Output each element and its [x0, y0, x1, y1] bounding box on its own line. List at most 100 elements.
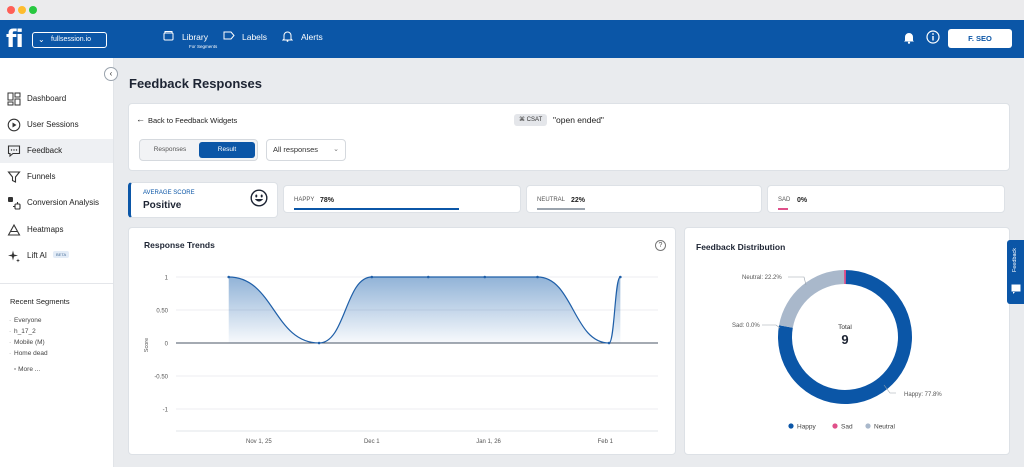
maximize-window-button[interactable]: [29, 6, 37, 14]
trend-point: [370, 275, 374, 279]
chevron-down-icon: ⌄: [333, 146, 339, 153]
collapse-sidebar-button[interactable]: ‹: [104, 67, 118, 81]
trend-point: [227, 275, 231, 279]
sad-progress-bar: [778, 208, 788, 210]
sidebar-item-label: Feedback: [27, 146, 63, 155]
tab-result[interactable]: Result: [199, 142, 255, 158]
sidebar: Dashboard User Sessions Feedback Funnels…: [0, 58, 114, 467]
beta-badge: BETA: [53, 251, 70, 258]
trend-point: [607, 341, 611, 345]
neutral-stat-card: NEUTRAL 22%: [526, 185, 762, 213]
sad-label: SAD: [778, 197, 791, 203]
play-circle-icon: [7, 118, 21, 132]
recent-segments-title: Recent Segments: [10, 297, 70, 306]
sidebar-item-label: Lift AI: [27, 251, 48, 260]
trend-point: [317, 341, 321, 345]
segment-item[interactable]: Everyone: [9, 317, 42, 324]
page-title: Feedback Responses: [129, 76, 262, 91]
legend-label: Neutral: [874, 424, 896, 431]
slice-leader-line: [788, 276, 807, 286]
response-trends-title: Response Trends: [144, 240, 215, 250]
bell-outline-icon: [282, 31, 293, 42]
x-tick-label: Nov 1, 25: [246, 439, 272, 445]
happy-stat-card: HAPPY 78%: [283, 185, 521, 213]
happy-face-icon: [250, 189, 268, 207]
nav-library-label: Library: [182, 32, 208, 42]
nav-library-sublabel: For Segments: [189, 44, 218, 49]
sidebar-item-heatmaps[interactable]: Heatmaps: [0, 218, 113, 242]
label-icon: [223, 31, 235, 40]
nav-library[interactable]: Library For Segments: [182, 32, 217, 49]
help-icon[interactable]: ?: [655, 240, 666, 251]
site-selector[interactable]: ⌄ fullsession.io: [32, 32, 107, 48]
donut-slice-sad: [843, 270, 847, 285]
legend-marker: [832, 423, 838, 429]
legend-label: Happy: [797, 424, 817, 431]
tab-responses[interactable]: Responses: [141, 142, 199, 158]
conversion-icon: [8, 197, 21, 210]
slice-label: Happy: 77.8%: [904, 392, 942, 398]
legend-label: Sad: [841, 424, 853, 431]
response-filter-select[interactable]: All responses ⌄: [266, 139, 346, 161]
minimize-window-button[interactable]: [18, 6, 26, 14]
response-filter-value: All responses: [273, 145, 319, 154]
chat-icon: [7, 145, 21, 158]
survey-icon: ⌘: [519, 117, 527, 123]
y-axis-label: Score: [144, 338, 150, 352]
sidebar-item-label: Heatmaps: [27, 225, 64, 234]
sidebar-item-label: Dashboard: [27, 94, 67, 103]
y-tick-label: -0.50: [154, 375, 168, 381]
happy-progress-bar: [294, 208, 459, 210]
chevron-down-icon: ⌄: [38, 35, 45, 44]
average-score-value: Positive: [143, 200, 182, 211]
happy-value: 78%: [320, 197, 335, 204]
app-logo[interactable]: fi: [6, 25, 24, 53]
sparkle-icon: [8, 250, 20, 263]
neutral-label: NEUTRAL: [537, 197, 566, 203]
x-tick-label: Jan 1, 26: [476, 439, 501, 445]
x-tick-label: Feb 1: [598, 439, 614, 445]
more-label: More ...: [18, 366, 41, 373]
view-toggle: Responses Result: [139, 139, 258, 161]
notification-bell-icon[interactable]: [903, 31, 915, 44]
neutral-progress-bar: [537, 208, 585, 210]
browser-titlebar: [0, 0, 1024, 20]
segment-item[interactable]: Home dead: [9, 350, 48, 357]
top-navigation-bar: fi ⌄ fullsession.io Library For Segments…: [0, 20, 1024, 58]
sidebar-divider: [0, 283, 113, 284]
response-trends-chart: 1 0.50 0 -0.50 -1 Score Nov 1, 25 Dec 1 Jan 1, 2…: [144, 275, 658, 445]
segment-item[interactable]: h_17_2: [9, 328, 36, 335]
feedback-tab-icon: [1011, 284, 1021, 294]
funnel-icon: [7, 171, 21, 183]
site-name: fullsession.io: [51, 36, 92, 43]
sidebar-item-lift-ai[interactable]: Lift AI BETA: [0, 244, 113, 268]
close-window-button[interactable]: [7, 6, 15, 14]
trend-point: [483, 275, 487, 279]
sidebar-item-dashboard[interactable]: Dashboard: [0, 87, 113, 111]
segment-item[interactable]: Mobile (M): [9, 339, 45, 346]
trend-point: [536, 275, 539, 279]
legend-marker: [865, 423, 871, 429]
donut-total-value: 9: [841, 332, 848, 347]
library-icon: [163, 31, 174, 41]
feedback-side-tab-label: Feedback: [1012, 248, 1018, 273]
nav-alerts[interactable]: Alerts: [301, 32, 323, 42]
info-icon[interactable]: [926, 30, 940, 44]
donut-center-label: Total: [838, 324, 852, 331]
sidebar-item-funnels[interactable]: Funnels: [0, 165, 113, 189]
sidebar-item-feedback[interactable]: Feedback: [0, 139, 113, 163]
y-tick-label: -1: [163, 408, 169, 414]
y-tick-label: 0: [165, 342, 169, 348]
sidebar-item-conversion-analysis[interactable]: Conversion Analysis: [0, 191, 113, 215]
user-account-button[interactable]: F. SEO: [948, 29, 1012, 48]
more-segments-link[interactable]: ▫ More ...: [14, 366, 40, 373]
csat-badge: ⌘ CSAT: [514, 114, 548, 126]
widget-header-card: [128, 103, 1010, 171]
back-to-widgets-link[interactable]: Back to Feedback Widgets: [148, 116, 237, 125]
y-tick-label: 1: [165, 276, 169, 282]
heatmap-icon: [7, 223, 21, 236]
nav-labels[interactable]: Labels: [242, 32, 267, 42]
sidebar-item-user-sessions[interactable]: User Sessions: [0, 113, 113, 137]
back-arrow-icon[interactable]: ←: [136, 114, 145, 124]
feedback-distribution-chart: Total9 Neutral: 22.2% Sad: 0.0% Happy: 77.8…: [732, 270, 942, 431]
